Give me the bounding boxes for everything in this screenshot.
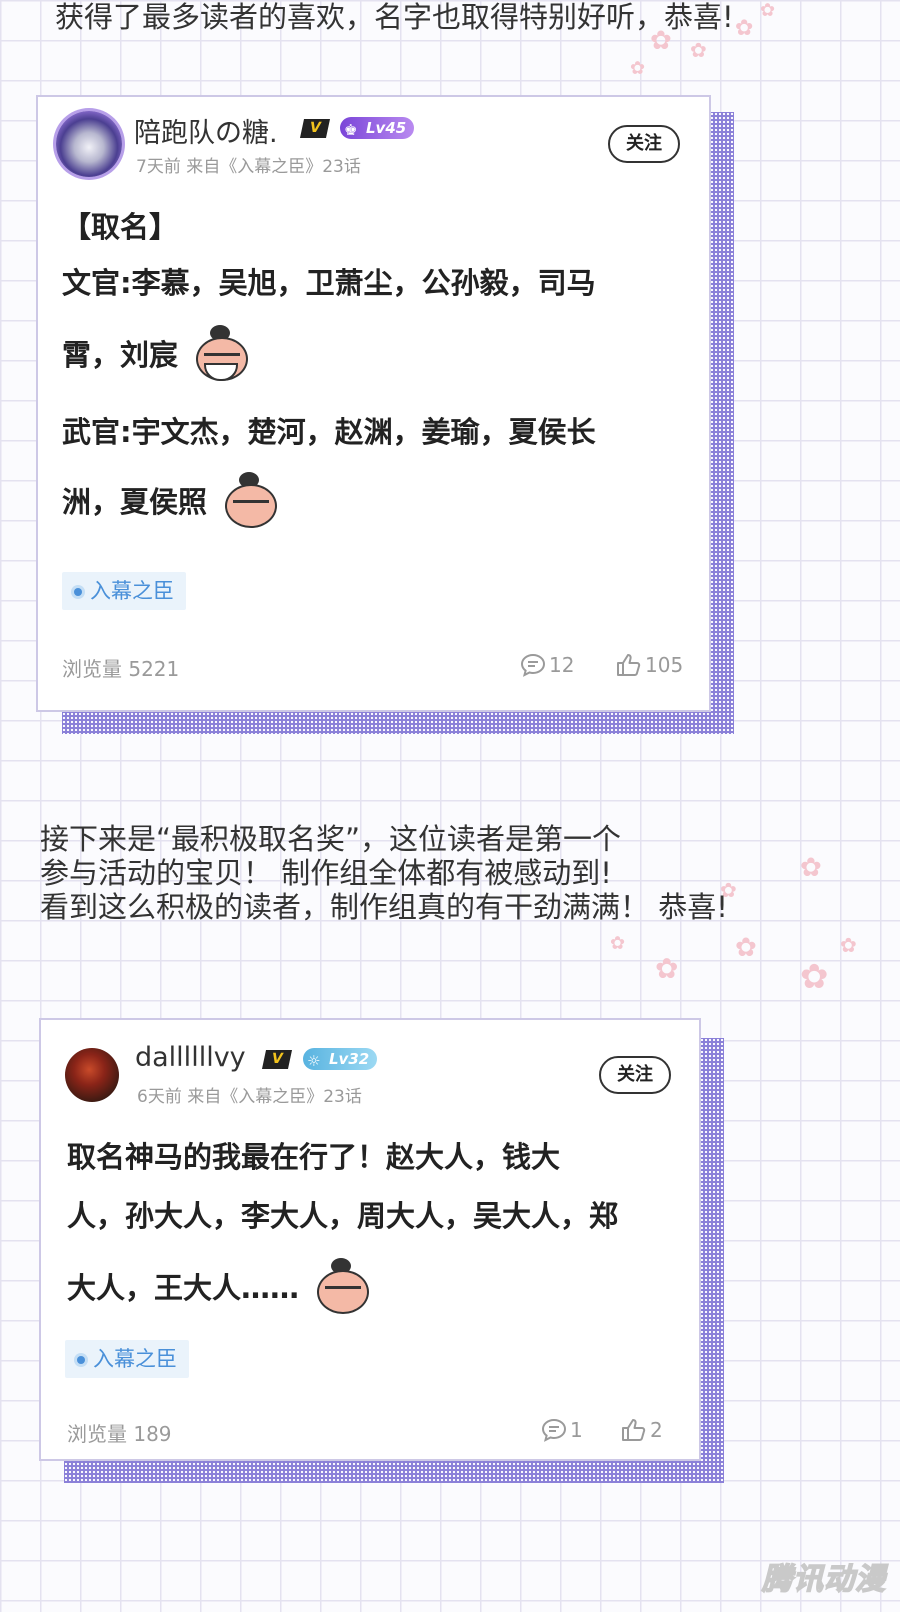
post-line: 霄，刘宸 [62, 311, 596, 395]
post-body: 【取名】 文官:李慕，吴旭，卫萧尘，公孙毅，司马 霄，刘宸 武官:宇文杰，楚河，… [62, 199, 596, 535]
flower-decoration-icon: ✿ [630, 58, 646, 79]
flower-decoration-icon: ✿ [735, 933, 757, 963]
post-card[interactable]: 陪跑队の糖. V ♚ Lv45 7天前 来自《入幕之臣》23话 关注 【取名】 … [36, 95, 711, 712]
sticker-icon [309, 1256, 373, 1316]
flower-decoration-icon: ✿ [610, 933, 626, 954]
post-line-text: 大人，王大人…… [67, 1271, 300, 1305]
flower-decoration-icon: ✿ [690, 38, 707, 62]
post-line: 取名神马的我最在行了！赵大人，钱大 [67, 1140, 561, 1174]
avatar[interactable] [65, 1048, 119, 1102]
like-button[interactable]: 2 [621, 1418, 663, 1442]
vip-badge-icon: V [261, 1050, 293, 1069]
like-count: 105 [645, 653, 684, 677]
post-body: 取名神马的我最在行了！赵大人，钱大 人，孙大人，李大人，周大人，吴大人，郑 大人… [67, 1128, 618, 1326]
level-badge-icon: ♚ [344, 121, 358, 139]
post-card[interactable]: dallllllvy V ☼ Lv32 6天前 来自《入幕之臣》23话 关注 取… [39, 1018, 701, 1461]
follow-button[interactable]: 关注 [599, 1056, 671, 1094]
level-label: Lv45 [366, 119, 407, 137]
avatar[interactable] [56, 111, 122, 177]
comment-count: 12 [549, 653, 575, 677]
topic-dot-icon [74, 588, 82, 596]
flower-decoration-icon: ✿ [800, 853, 822, 883]
username[interactable]: dallllllvy [135, 1042, 246, 1073]
post-meta: 7天前 来自《入幕之臣》23话 [136, 157, 361, 177]
post-line-text: 霄，刘宸 [62, 338, 179, 372]
level-badge: ☼ Lv32 [303, 1048, 378, 1070]
sticker-icon [188, 323, 252, 383]
post-meta: 6天前 来自《入幕之臣》23话 [137, 1087, 362, 1107]
topic-tag-label: 入幕之臣 [93, 1347, 177, 1371]
comment-icon [520, 653, 546, 677]
follow-button[interactable]: 关注 [608, 125, 680, 163]
view-count: 浏览量 5221 [62, 657, 180, 681]
flower-decoration-icon: ✿ [655, 952, 679, 985]
flower-decoration-icon: ✿ [760, 0, 776, 21]
topic-tag[interactable]: 入幕之臣 [62, 572, 186, 610]
topic-tag-label: 入幕之臣 [90, 579, 174, 603]
view-count: 浏览量 189 [67, 1422, 172, 1446]
post-line: 洲，夏侯照 [62, 465, 596, 535]
comment-icon [541, 1418, 567, 1442]
level-badge-icon: ☼ [307, 1052, 321, 1070]
post-line-text: 洲，夏侯照 [62, 485, 208, 519]
post-line: 【取名】 [62, 210, 179, 244]
flower-decoration-icon: ✿ [735, 16, 754, 41]
thumbs-up-icon [622, 1419, 646, 1441]
flower-decoration-icon: ✿ [840, 933, 857, 957]
post-line: 文官:李慕，吴旭，卫萧尘，公孙毅，司马 [62, 266, 596, 300]
post-line: 大人，王大人…… [67, 1246, 618, 1326]
comment-button[interactable]: 12 [520, 653, 574, 677]
flower-decoration-icon: ✿ [800, 957, 829, 997]
watermark-logo: 腾讯动漫 [761, 1561, 886, 1598]
thumbs-up-icon [617, 654, 641, 676]
sticker-icon [217, 470, 281, 530]
post-line: 人，孙大人，李大人，周大人，吴大人，郑 [67, 1199, 619, 1233]
comment-count: 1 [570, 1418, 583, 1442]
level-label: Lv32 [329, 1050, 370, 1068]
topic-dot-icon [77, 1356, 85, 1364]
award-caption: 接下来是“最积极取名奖”，这位读者是第一个 参与活动的宝贝！ 制作组全体都有被感… [40, 822, 728, 924]
intro-caption: 获得了最多读者的喜欢，名字也取得特别好听，恭喜! [55, 0, 734, 34]
level-badge: ♚ Lv45 [340, 117, 415, 139]
username[interactable]: 陪跑队の糖. [134, 111, 278, 150]
topic-tag[interactable]: 入幕之臣 [65, 1340, 189, 1378]
like-count: 2 [650, 1418, 663, 1442]
vip-badge-icon: V [299, 119, 331, 138]
post-line: 武官:宇文杰，楚河，赵渊，姜瑜，夏侯长 [62, 415, 596, 449]
comment-button[interactable]: 1 [541, 1418, 583, 1442]
like-button[interactable]: 105 [616, 653, 683, 677]
